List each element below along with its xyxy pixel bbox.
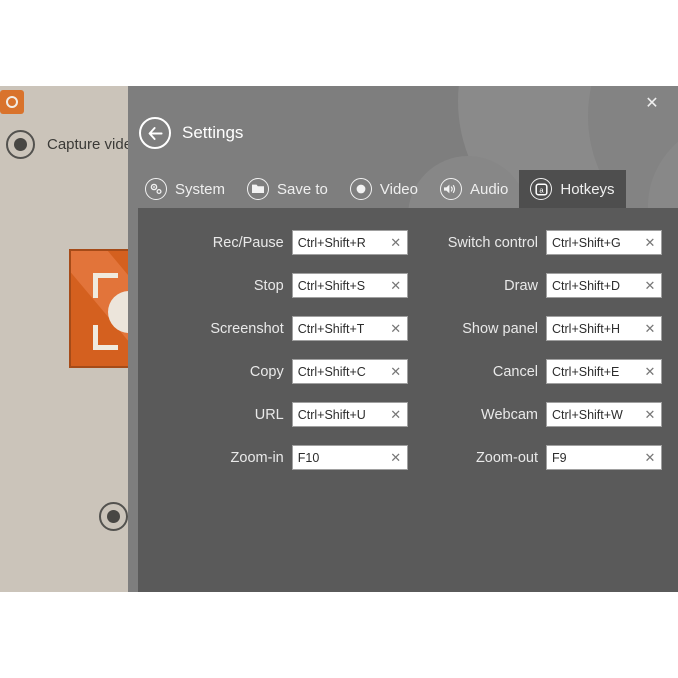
tab-save-to-label: Save to	[277, 180, 328, 198]
hotkeys-left-column: Rec/Pause Ctrl+Shift+R ✕ Stop Ctrl+Shift…	[138, 230, 422, 592]
hotkey-label: Cancel	[492, 363, 538, 380]
speaker-icon	[439, 178, 462, 200]
tab-audio-label: Audio	[469, 180, 509, 198]
hotkey-value: F9	[552, 450, 567, 465]
hotkey-input-cancel[interactable]: Ctrl+Shift+E ✕	[546, 359, 662, 384]
clear-icon[interactable]: ✕	[389, 236, 403, 250]
hotkey-value: Ctrl+Shift+R	[297, 235, 366, 250]
hotkeys-panel: Rec/Pause Ctrl+Shift+R ✕ Stop Ctrl+Shift…	[138, 208, 678, 592]
hotkey-value: Ctrl+Shift+W	[552, 407, 623, 422]
hotkey-value: Ctrl+Shift+T	[297, 321, 365, 336]
hotkey-row: Show panel Ctrl+Shift+H ✕	[448, 316, 662, 341]
clear-icon[interactable]: ✕	[643, 451, 657, 465]
hotkey-input-copy[interactable]: Ctrl+Shift+C ✕	[291, 359, 408, 384]
arrow-left-icon[interactable]	[139, 117, 171, 149]
folder-icon	[247, 178, 270, 200]
hotkey-label: Show panel	[462, 320, 538, 337]
hotkey-row: Zoom-in F10 ✕	[196, 445, 408, 470]
clear-icon[interactable]: ✕	[389, 365, 403, 379]
hotkeys-grid: Rec/Pause Ctrl+Shift+R ✕ Stop Ctrl+Shift…	[138, 208, 678, 592]
secondary-radio[interactable]	[99, 502, 128, 531]
clear-icon[interactable]: ✕	[643, 236, 657, 250]
clear-icon[interactable]: ✕	[389, 451, 403, 465]
hotkey-input-zoom-out[interactable]: F9 ✕	[546, 445, 662, 470]
hotkey-label: URL	[254, 406, 284, 423]
hotkey-row: Webcam Ctrl+Shift+W ✕	[448, 402, 662, 427]
settings-tabs: System Save to Video Audio a Hotkeys	[134, 170, 626, 208]
dialog-title-row: Settings	[139, 117, 243, 149]
hotkey-row: Zoom-out F9 ✕	[448, 445, 662, 470]
clear-icon[interactable]: ✕	[643, 279, 657, 293]
hotkey-value: Ctrl+Shift+G	[552, 235, 621, 250]
hotkey-row: Switch control Ctrl+Shift+G ✕	[448, 230, 662, 255]
hotkey-value: Ctrl+Shift+E	[552, 364, 620, 379]
clear-icon[interactable]: ✕	[389, 322, 403, 336]
hotkey-label: Stop	[253, 277, 284, 294]
close-icon[interactable]: ✕	[638, 90, 666, 118]
tab-video[interactable]: Video	[339, 170, 429, 208]
hotkey-row: Draw Ctrl+Shift+D ✕	[448, 273, 662, 298]
hotkeys-right-column: Switch control Ctrl+Shift+G ✕ Draw Ctrl+…	[422, 230, 678, 592]
app-record-icon	[0, 90, 24, 114]
hotkey-input-draw[interactable]: Ctrl+Shift+D ✕	[546, 273, 662, 298]
hotkey-label: Draw	[504, 277, 538, 294]
hotkey-value: F10	[297, 450, 320, 465]
hotkey-label: Rec/Pause	[212, 234, 284, 251]
hotkey-value: Ctrl+Shift+U	[297, 407, 366, 422]
key-a-icon: a	[530, 178, 553, 200]
hotkey-label: Webcam	[481, 406, 538, 423]
hotkey-input-switch-control[interactable]: Ctrl+Shift+G ✕	[546, 230, 662, 255]
clear-icon[interactable]: ✕	[643, 408, 657, 422]
hotkey-input-stop[interactable]: Ctrl+Shift+S ✕	[291, 273, 408, 298]
hotkey-row: Cancel Ctrl+Shift+E ✕	[448, 359, 662, 384]
hotkey-row: Copy Ctrl+Shift+C ✕	[196, 359, 408, 384]
tab-save-to[interactable]: Save to	[236, 170, 339, 208]
hotkey-value: Ctrl+Shift+C	[297, 364, 366, 379]
tab-hotkeys[interactable]: a Hotkeys	[519, 170, 626, 208]
hotkey-input-rec-pause[interactable]: Ctrl+Shift+R ✕	[291, 230, 408, 255]
clear-icon[interactable]: ✕	[643, 322, 657, 336]
hotkey-row: Stop Ctrl+Shift+S ✕	[196, 273, 408, 298]
hotkey-row: URL Ctrl+Shift+U ✕	[196, 402, 408, 427]
capture-video-option[interactable]: Capture video	[6, 130, 140, 159]
hotkey-label: Screenshot	[210, 320, 284, 337]
hotkey-input-url[interactable]: Ctrl+Shift+U ✕	[291, 402, 408, 427]
page-title: Settings	[182, 123, 244, 142]
svg-text:a: a	[539, 185, 544, 194]
tab-hotkeys-label: Hotkeys	[560, 180, 615, 198]
capture-video-radio[interactable]	[6, 130, 35, 159]
hotkey-label: Zoom-in	[230, 449, 284, 466]
hotkey-input-show-panel[interactable]: Ctrl+Shift+H ✕	[546, 316, 662, 341]
settings-dialog: ✕ Settings System Save to Video Audio a …	[128, 86, 678, 592]
tab-system[interactable]: System	[134, 170, 236, 208]
hotkey-row: Screenshot Ctrl+Shift+T ✕	[196, 316, 408, 341]
hotkey-value: Ctrl+Shift+S	[297, 278, 366, 293]
tab-audio[interactable]: Audio	[429, 170, 519, 208]
record-icon	[349, 178, 372, 200]
tab-system-label: System	[175, 180, 226, 198]
hotkey-row: Rec/Pause Ctrl+Shift+R ✕	[196, 230, 408, 255]
clear-icon[interactable]: ✕	[389, 279, 403, 293]
hotkey-value: Ctrl+Shift+D	[552, 278, 621, 293]
hotkey-value: Ctrl+Shift+H	[552, 321, 621, 336]
clear-icon[interactable]: ✕	[643, 365, 657, 379]
hotkey-label: Copy	[249, 363, 284, 380]
gears-icon	[145, 178, 167, 200]
clear-icon[interactable]: ✕	[389, 408, 403, 422]
hotkey-label: Switch control	[447, 234, 538, 251]
screenshot-root: Capture video ✕ Settings System Save to …	[0, 0, 678, 678]
capture-video-label: Capture video	[47, 136, 141, 153]
tab-video-label: Video	[379, 180, 418, 198]
hotkey-input-webcam[interactable]: Ctrl+Shift+W ✕	[546, 402, 662, 427]
hotkey-input-zoom-in[interactable]: F10 ✕	[291, 445, 408, 470]
hotkey-input-screenshot[interactable]: Ctrl+Shift+T ✕	[291, 316, 408, 341]
hotkey-label: Zoom-out	[475, 449, 538, 466]
